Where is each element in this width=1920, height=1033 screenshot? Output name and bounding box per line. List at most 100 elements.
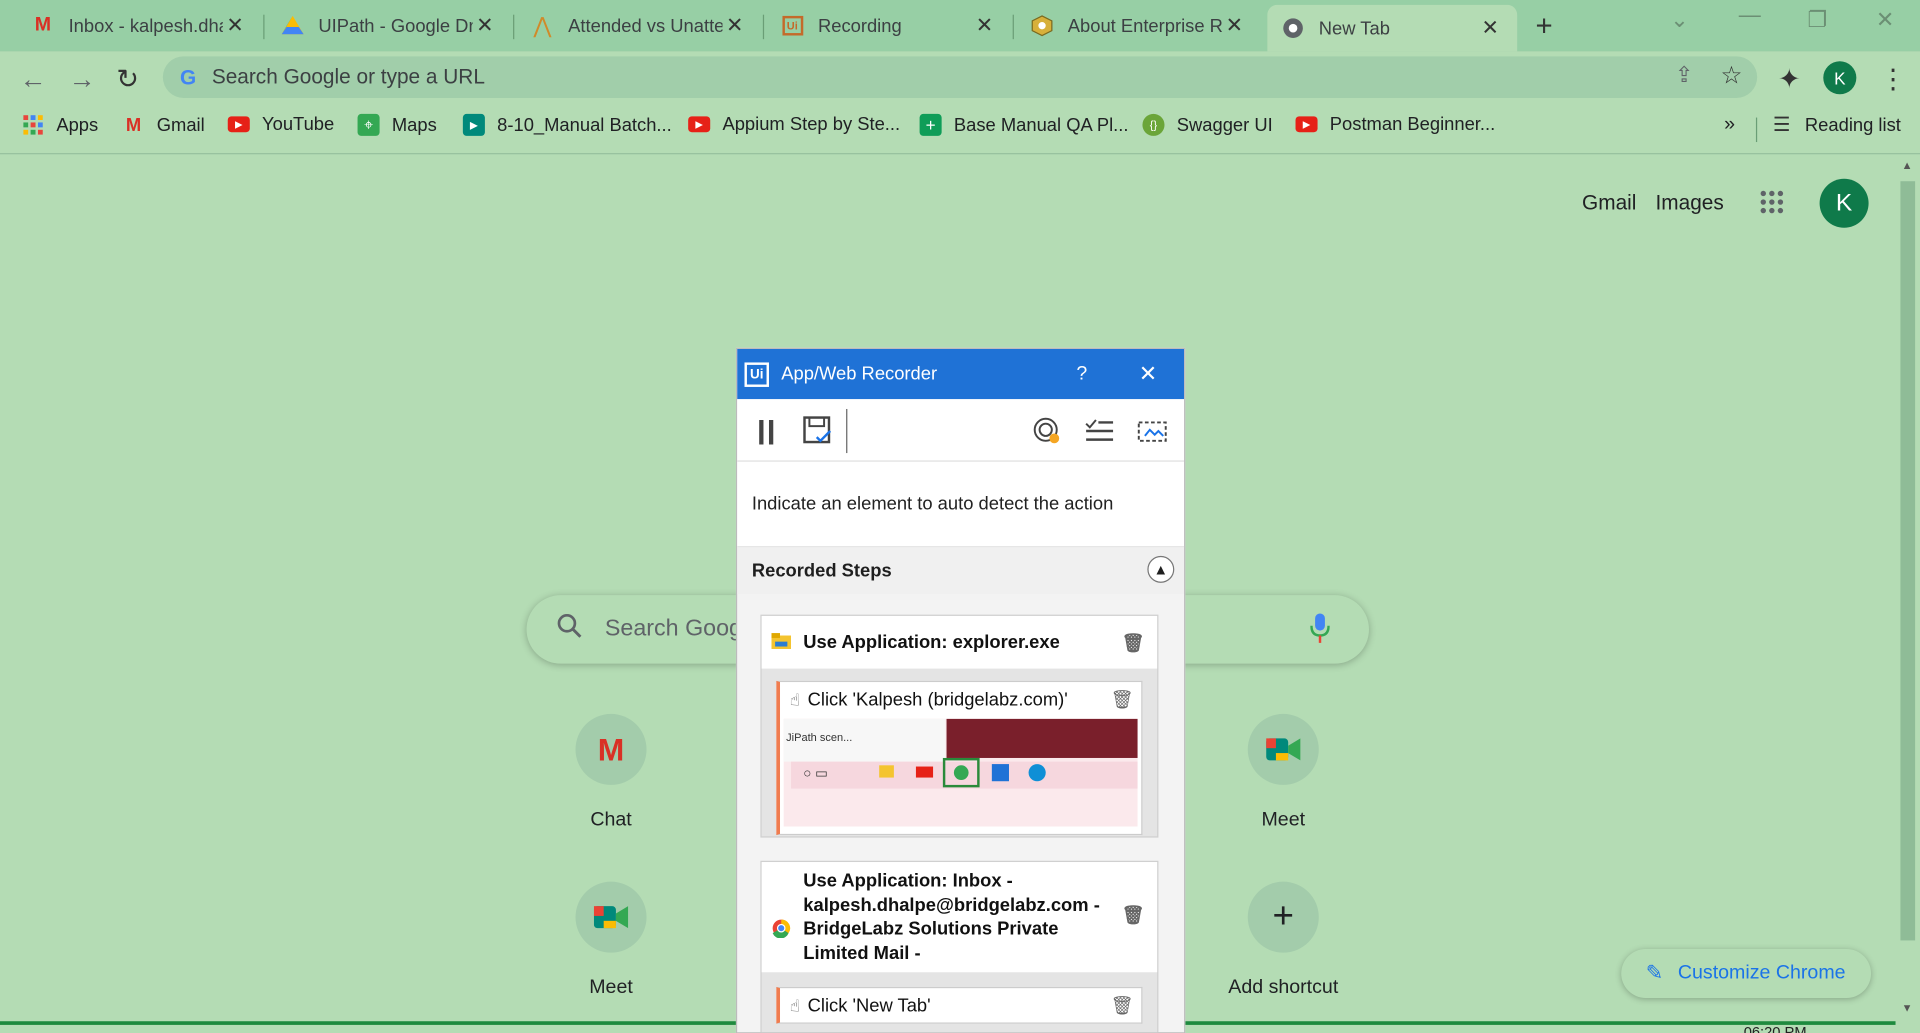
tab-divider xyxy=(513,14,515,40)
bookmark-youtube[interactable]: ▶ YouTube xyxy=(227,114,334,135)
back-icon[interactable]: ← xyxy=(20,64,47,96)
bookmark-manual-batch[interactable]: ▸ 8-10_Manual Batch... xyxy=(462,113,672,136)
reading-list-button[interactable]: ☰ Reading list xyxy=(1771,114,1901,135)
delete-trash-icon[interactable]: 🗑 xyxy=(1111,994,1134,1017)
bookmark-swagger[interactable]: {} Swagger UI xyxy=(1142,113,1273,136)
close-tab-icon[interactable]: ✕ xyxy=(722,13,746,37)
thumb-chrome-icon xyxy=(953,765,969,781)
recorded-step[interactable]: ☝ Click 'New Tab' 🗑 xyxy=(776,986,1143,1024)
tab-enterprise[interactable]: About Enterprise Ri ✕ xyxy=(1016,0,1261,51)
profile-avatar[interactable]: K xyxy=(1823,61,1857,95)
save-and-exit-icon[interactable] xyxy=(802,415,834,453)
shortcut-chat[interactable]: M Chat xyxy=(542,713,679,832)
steps-list-icon[interactable] xyxy=(1084,416,1116,452)
step-screenshot: JiPath scen... ○ ▭ xyxy=(783,718,1138,827)
recorded-step[interactable]: ☝ Click 'Kalpesh (bridgelabz.com)' 🗑 JiP… xyxy=(776,680,1143,836)
step-group-header: Use Application: Inbox - kalpesh.dhalpe@… xyxy=(761,862,1158,973)
shortcut-label: Add shortcut xyxy=(1228,977,1339,998)
close-tab-icon[interactable]: ✕ xyxy=(473,13,497,37)
scroll-down-icon[interactable]: ▼ xyxy=(1902,1002,1913,1014)
new-tab-button[interactable]: + xyxy=(1536,10,1553,44)
ntp-account-avatar[interactable]: K xyxy=(1819,178,1869,228)
google-apps-icon[interactable] xyxy=(1760,190,1784,221)
bookmark-base-manual[interactable]: + Base Manual QA Pl... xyxy=(919,113,1128,136)
close-tab-icon[interactable]: ✕ xyxy=(972,13,996,37)
scroll-up-icon[interactable]: ▲ xyxy=(1902,159,1913,171)
bookmark-appium[interactable]: ▶ Appium Step by Ste... xyxy=(688,114,900,135)
ntp-gmail-link[interactable]: Gmail xyxy=(1582,191,1636,215)
omnibox[interactable]: G ⇪ ☆ xyxy=(162,56,1758,98)
menu-kebab-icon[interactable]: ⋮ xyxy=(1880,64,1907,96)
window-close-icon[interactable]: ✕ xyxy=(1876,7,1894,33)
indicate-target-icon[interactable] xyxy=(1032,416,1061,452)
forward-icon[interactable]: → xyxy=(69,64,96,96)
more-bookmarks-button[interactable]: » xyxy=(1724,114,1735,136)
tab-attended[interactable]: ⋀ Attended vs Unatte ✕ xyxy=(517,0,762,51)
uipath-logo-icon: Ui xyxy=(744,361,769,387)
shortcut-label: Chat xyxy=(590,809,632,831)
tab-uipath-drive[interactable]: UIPath - Google Dri ✕ xyxy=(267,0,512,51)
shortcut-meet[interactable]: Meet xyxy=(542,881,679,1000)
bookmark-postman[interactable]: ▶ Postman Beginner... xyxy=(1295,113,1496,135)
customize-chrome-button[interactable]: ✎ Customize Chrome xyxy=(1621,948,1872,998)
taskbar-clock: 06:20 PM xyxy=(1743,1023,1807,1033)
article-icon: ⋀ xyxy=(533,12,552,38)
step-label: Click 'New Tab' xyxy=(807,994,931,1016)
delete-trash-icon[interactable]: 🗑 xyxy=(1122,631,1145,653)
recorded-steps-label: Recorded Steps xyxy=(751,560,892,582)
delete-trash-icon[interactable]: 🗑 xyxy=(1122,904,1145,926)
tab-search-icon[interactable]: ⌄ xyxy=(1670,7,1688,33)
pause-icon[interactable] xyxy=(757,418,777,454)
step-header: ☝ Click 'Kalpesh (bridgelabz.com)' 🗑 xyxy=(780,682,1141,716)
delete-trash-icon[interactable]: 🗑 xyxy=(1111,688,1134,710)
bookmark-gmail[interactable]: M Gmail xyxy=(122,114,205,136)
toolbar-divider xyxy=(846,408,848,454)
tab-inbox[interactable]: M Inbox - kalpesh.dha ✕ xyxy=(17,0,262,51)
address-input[interactable] xyxy=(211,64,1559,90)
bookmark-apps[interactable]: Apps xyxy=(22,114,98,136)
share-icon[interactable]: ⇪ xyxy=(1675,62,1693,88)
thumb-start-icon: ○ ▭ xyxy=(803,766,828,782)
scrollbar-thumb[interactable] xyxy=(1900,181,1916,941)
bookmark-maps[interactable]: ⌖ Maps xyxy=(357,113,437,136)
thumb-explorer-icon xyxy=(879,765,894,778)
shortcut-meet[interactable]: Meet xyxy=(1215,713,1352,832)
collapse-chevron-up-icon[interactable]: ▲ xyxy=(1147,555,1175,583)
tab-new-tab[interactable]: New Tab ✕ xyxy=(1267,4,1518,52)
tab-title: About Enterprise Ri xyxy=(1067,15,1223,37)
step-group-explorer[interactable]: Use Application: explorer.exe 🗑 ☝ Click … xyxy=(760,614,1159,838)
page-scrollbar[interactable]: ▲ ▼ xyxy=(1895,156,1920,1022)
tab-recording[interactable]: Ui Recording ✕ xyxy=(767,0,1012,51)
thumb-wallpaper xyxy=(946,718,1138,758)
bookmark-label: Postman Beginner... xyxy=(1329,113,1496,135)
close-tab-icon[interactable]: ✕ xyxy=(1222,13,1246,37)
screen: M Inbox - kalpesh.dha ✕ UIPath - Google … xyxy=(0,0,1920,1033)
close-tab-icon[interactable]: ✕ xyxy=(1478,16,1502,40)
bookmarks-bar: Apps M Gmail ▶ YouTube ⌖ Maps ▸ 8-10_Man… xyxy=(0,105,1920,155)
close-tab-icon[interactable]: ✕ xyxy=(223,13,247,37)
bookmark-star-icon[interactable]: ☆ xyxy=(1720,60,1742,91)
recorder-title-bar[interactable]: Ui App/Web Recorder ? ✕ xyxy=(737,348,1185,400)
tab-title: Inbox - kalpesh.dha xyxy=(68,15,223,37)
tab-title: UIPath - Google Dri xyxy=(318,15,473,37)
google-g-icon: G xyxy=(180,66,197,90)
step-group-title: Use Application: Inbox - kalpesh.dhalpe@… xyxy=(803,870,1100,964)
help-button[interactable]: ? xyxy=(1076,363,1087,385)
bookmark-label: Appium Step by Ste... xyxy=(722,113,901,135)
step-group-inbox[interactable]: Use Application: Inbox - kalpesh.dhalpe@… xyxy=(760,860,1159,1033)
reload-icon[interactable]: ↻ xyxy=(116,64,139,96)
recorder-toolbar xyxy=(737,399,1185,462)
file-explorer-icon xyxy=(771,631,792,653)
tab-title: Attended vs Unatte xyxy=(568,15,723,37)
minimize-icon[interactable]: — xyxy=(1739,2,1761,28)
extensions-icon[interactable]: ✦ xyxy=(1778,64,1801,96)
add-shortcut[interactable]: + Add shortcut xyxy=(1215,881,1352,1000)
restore-icon[interactable]: ❐ xyxy=(1807,7,1827,33)
screen-capture-icon[interactable] xyxy=(1136,416,1168,452)
meet-icon xyxy=(575,881,647,953)
recorder-close-icon[interactable]: ✕ xyxy=(1139,361,1157,387)
thumb-text: JiPath scen... xyxy=(786,731,853,744)
voice-search-icon[interactable] xyxy=(1310,612,1330,650)
ntp-images-link[interactable]: Images xyxy=(1656,191,1724,215)
tab-strip: M Inbox - kalpesh.dha ✕ UIPath - Google … xyxy=(0,0,1920,52)
